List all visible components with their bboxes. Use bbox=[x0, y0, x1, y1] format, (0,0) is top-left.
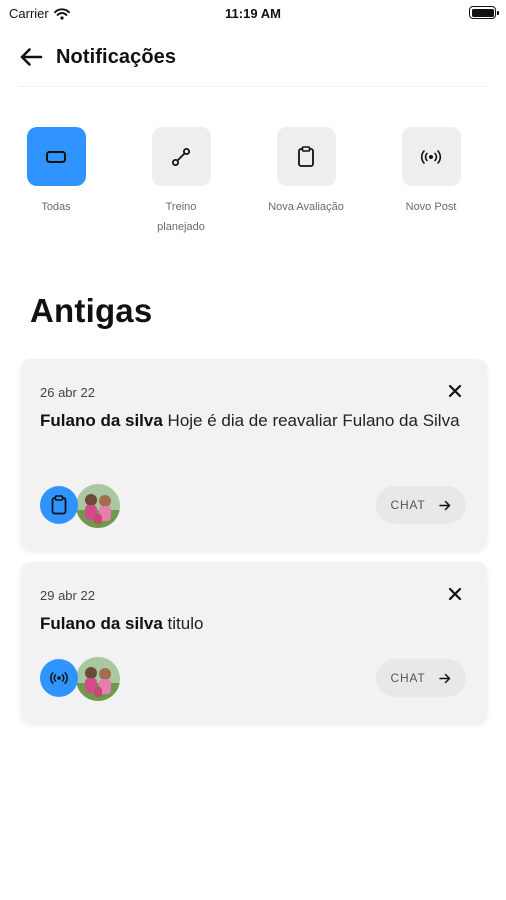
battery-icon bbox=[469, 6, 499, 19]
notification-date: 29 abr 22 bbox=[40, 588, 95, 603]
arrow-right-icon bbox=[439, 673, 451, 683]
filter-novo-post[interactable]: Novo Post bbox=[376, 127, 486, 217]
filter-avaliacao-label: Nova Avaliação bbox=[268, 201, 344, 213]
notification-avatars bbox=[40, 655, 130, 703]
notification-card[interactable]: 26 abr 22 Fulano da silva Hoje é dia de … bbox=[21, 359, 487, 549]
filter-treino-planejado[interactable]: Treino planejado bbox=[126, 127, 236, 237]
avatar bbox=[74, 482, 122, 530]
dumbbell-icon bbox=[172, 147, 190, 166]
filter-todas-label: Todas bbox=[41, 201, 71, 213]
arrow-left-icon[interactable] bbox=[18, 44, 44, 70]
notification-text: Fulano da silva titulo bbox=[40, 610, 460, 637]
filter-post-box[interactable] bbox=[401, 127, 461, 186]
avatar bbox=[74, 655, 122, 703]
filter-avaliacao-box[interactable] bbox=[276, 127, 336, 186]
notification-card[interactable]: 29 abr 22 Fulano da silva titulo CHAT bbox=[21, 562, 487, 722]
chat-button[interactable]: CHAT bbox=[376, 486, 466, 524]
notification-type-badge bbox=[40, 659, 78, 697]
notification-author: Fulano da silva bbox=[40, 411, 163, 430]
filter-todas[interactable]: Todas bbox=[1, 127, 111, 217]
status-bar: Carrier 11:19 AM bbox=[0, 0, 506, 28]
broadcast-icon bbox=[50, 672, 68, 684]
filter-nova-avaliacao[interactable]: Nova Avaliação bbox=[251, 127, 361, 217]
notification-message: titulo bbox=[162, 614, 204, 633]
page-title: Notificações bbox=[56, 45, 177, 68]
notification-type-badge bbox=[40, 486, 78, 524]
rectangle-icon bbox=[46, 150, 66, 163]
filter-treino-label: Treino planejado bbox=[157, 201, 205, 233]
close-icon[interactable] bbox=[447, 383, 463, 399]
close-icon[interactable] bbox=[447, 586, 463, 602]
header: Notificações bbox=[18, 40, 176, 74]
filter-bar: Todas Treino planejado Nova Avaliação No… bbox=[0, 127, 506, 247]
notification-message: Hoje é dia de reavaliar Fulano da Silva bbox=[162, 411, 460, 430]
notification-avatars bbox=[40, 482, 130, 530]
clock: 11:19 AM bbox=[225, 6, 281, 21]
filter-post-label: Novo Post bbox=[405, 201, 457, 213]
arrow-right-icon bbox=[439, 500, 451, 510]
section-title: Antigas bbox=[30, 292, 153, 329]
filter-todas-box[interactable] bbox=[26, 127, 86, 186]
broadcast-icon bbox=[420, 149, 442, 164]
chat-button[interactable]: CHAT bbox=[376, 659, 466, 697]
clipboard-icon bbox=[51, 495, 67, 515]
filter-treino-box[interactable] bbox=[151, 127, 211, 186]
notification-author: Fulano da silva bbox=[40, 614, 163, 633]
chat-button-label: CHAT bbox=[390, 498, 426, 512]
notification-text: Fulano da silva Hoje é dia de reavaliar … bbox=[40, 407, 460, 434]
chat-button-label: CHAT bbox=[390, 671, 426, 685]
clipboard-icon bbox=[298, 145, 314, 167]
notification-date: 26 abr 22 bbox=[40, 385, 95, 400]
header-divider bbox=[18, 86, 488, 87]
